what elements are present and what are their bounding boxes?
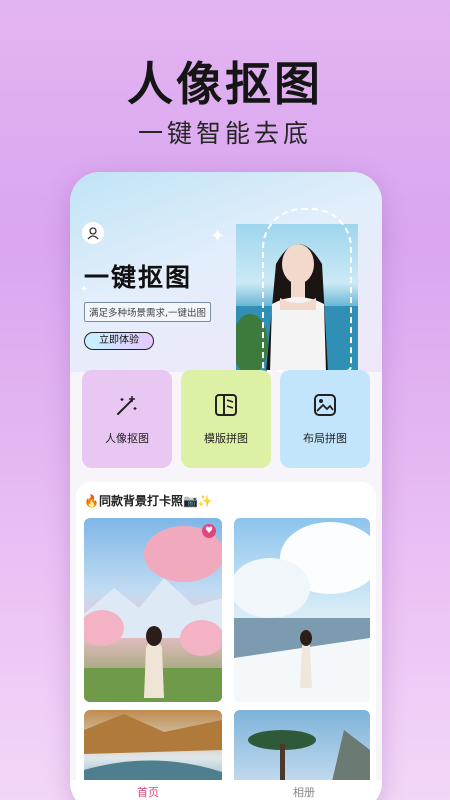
- tool-label: 模版拼图: [204, 432, 248, 445]
- gallery-item-snow-forest[interactable]: [234, 518, 370, 702]
- hero-title: 一键抠图: [84, 263, 193, 292]
- layout-collage-card[interactable]: 布局拼图: [280, 370, 370, 468]
- tool-label: 人像抠图: [105, 432, 149, 445]
- gallery-item-pine-mountain[interactable]: [234, 710, 370, 790]
- section-title: 🔥同款背景打卡照📷✨: [84, 494, 213, 508]
- tab-album[interactable]: 相册: [293, 784, 315, 800]
- gallery-item-autumn-valley[interactable]: [84, 710, 222, 790]
- portrait-cutout-card[interactable]: 人像抠图: [82, 370, 172, 468]
- layout-icon: [314, 394, 336, 416]
- cutout-outline: [262, 208, 352, 372]
- try-now-button[interactable]: 立即体验: [84, 332, 154, 350]
- template-icon: [215, 394, 237, 416]
- promo-subtitle: 一键智能去底: [137, 119, 312, 148]
- magic-wand-icon: [117, 396, 137, 415]
- template-collage-card[interactable]: 模版拼图: [181, 370, 271, 468]
- user-icon[interactable]: [82, 222, 104, 244]
- bottom-tab-bar: 首页 相册: [70, 780, 382, 800]
- gallery-item-cherry-blossom[interactable]: ♥: [84, 518, 222, 702]
- hero-description: 满足多种场景需求,一键出图: [84, 302, 212, 322]
- tool-label: 布局拼图: [303, 432, 347, 445]
- hero-banner[interactable]: ✦ ✦ 一键抠图 满足多种场景需求,一键出图 立即体验: [70, 172, 382, 372]
- favorite-icon[interactable]: ♥: [202, 524, 216, 538]
- tab-home[interactable]: 首页: [137, 784, 159, 800]
- tool-cards: 人像抠图 模版拼图 布局拼图: [82, 370, 372, 468]
- promo-title: 人像抠图: [127, 57, 323, 111]
- phone-screen: ✦ ✦ 一键抠图 满足多种场景需求,一键出图 立即体验 人像抠图 模版拼图 布局…: [70, 172, 382, 800]
- background-checkin-section: 🔥同款背景打卡照📷✨ ♥: [76, 482, 376, 800]
- sparkle-icon: ✦: [210, 226, 226, 247]
